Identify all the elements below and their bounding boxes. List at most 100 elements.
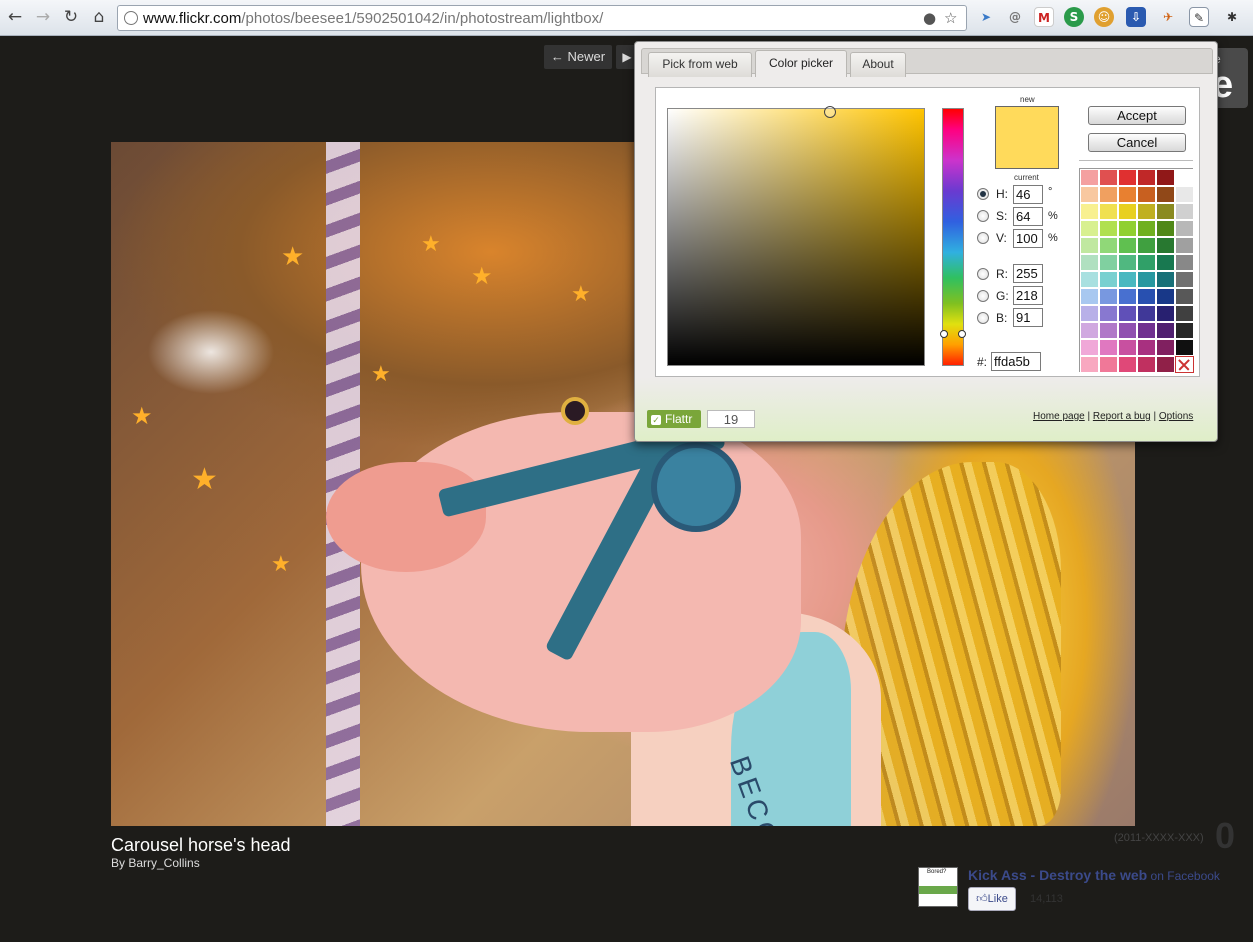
fb-app-link[interactable]: Kick Ass - Destroy the web on Facebook	[968, 867, 1220, 883]
wrench-icon[interactable]: ✱	[1222, 7, 1242, 27]
palette-swatch[interactable]	[1156, 237, 1175, 254]
palette-swatch[interactable]	[1156, 254, 1175, 271]
tab-pick-from-web[interactable]: Pick from web	[648, 52, 752, 77]
options-link[interactable]: Options	[1159, 411, 1193, 422]
fb-like-button[interactable]: 👍︎Like	[968, 887, 1016, 911]
palette-swatch[interactable]	[1175, 305, 1194, 322]
palette-swatch[interactable]	[1118, 305, 1137, 322]
accept-button[interactable]: Accept	[1088, 106, 1186, 125]
tab-color-picker[interactable]: Color picker	[755, 50, 847, 77]
newer-button[interactable]: ← Newer	[544, 45, 612, 69]
red-field[interactable]: 255	[1013, 264, 1043, 283]
palette-swatch[interactable]	[1099, 186, 1118, 203]
palette-swatch[interactable]	[1099, 254, 1118, 271]
palette-swatch[interactable]	[1080, 339, 1099, 356]
palette-swatch[interactable]	[1175, 220, 1194, 237]
gmail-icon[interactable]: M	[1034, 7, 1054, 27]
palette-swatch[interactable]	[1156, 220, 1175, 237]
cancel-button[interactable]: Cancel	[1088, 133, 1186, 152]
home-icon[interactable]: ⌂	[88, 6, 110, 28]
palette-swatch[interactable]	[1156, 271, 1175, 288]
palette-swatch[interactable]	[1080, 203, 1099, 220]
value-field[interactable]: 100	[1013, 229, 1043, 248]
palette-swatch[interactable]	[1137, 322, 1156, 339]
palette-swatch[interactable]	[1099, 271, 1118, 288]
palette-swatch[interactable]	[1156, 322, 1175, 339]
palette-swatch[interactable]	[1118, 254, 1137, 271]
palette-swatch[interactable]	[1156, 356, 1175, 373]
palette-swatch[interactable]	[1137, 356, 1156, 373]
palette-swatch[interactable]	[1118, 237, 1137, 254]
palette-swatch[interactable]	[1175, 203, 1194, 220]
forward-icon[interactable]: →	[32, 6, 54, 28]
palette-swatch[interactable]	[1175, 339, 1194, 356]
palette-swatch[interactable]	[1156, 203, 1175, 220]
palette-swatch[interactable]	[1080, 186, 1099, 203]
palette-swatch[interactable]	[1080, 220, 1099, 237]
palette-swatch[interactable]	[1137, 237, 1156, 254]
back-icon[interactable]: ←	[4, 6, 26, 28]
palette-swatch[interactable]	[1175, 254, 1194, 271]
saturation-field[interactable]: 64	[1013, 207, 1043, 226]
palette-swatch[interactable]	[1080, 237, 1099, 254]
palette-swatch[interactable]	[1099, 305, 1118, 322]
palette-swatch[interactable]	[1099, 237, 1118, 254]
fb-app-thumbnail[interactable]: Bored?	[918, 867, 958, 907]
palette-swatch[interactable]	[1118, 220, 1137, 237]
palette-swatch[interactable]	[1118, 339, 1137, 356]
blue-field[interactable]: 91	[1013, 308, 1043, 327]
palette-swatch[interactable]	[1099, 288, 1118, 305]
palette-swatch[interactable]	[1118, 356, 1137, 373]
palette-swatch[interactable]	[1099, 169, 1118, 186]
address-bar[interactable]: www.flickr.com/photos/beesee1/5902501042…	[117, 5, 967, 31]
palette-swatch[interactable]	[1175, 288, 1194, 305]
palette-swatch[interactable]	[1080, 288, 1099, 305]
palette-swatch[interactable]	[1080, 169, 1099, 186]
palette-swatch[interactable]	[1080, 254, 1099, 271]
palette-swatch[interactable]	[1156, 169, 1175, 186]
palette-swatch[interactable]	[1175, 322, 1194, 339]
blue-radio[interactable]	[977, 312, 989, 324]
hue-slider[interactable]	[940, 108, 966, 366]
palette-swatch[interactable]	[1118, 169, 1137, 186]
palette-swatch[interactable]	[1137, 305, 1156, 322]
palette-swatch[interactable]	[1156, 288, 1175, 305]
palette-swatch[interactable]	[1137, 169, 1156, 186]
palette-swatch[interactable]	[1099, 356, 1118, 373]
red-radio[interactable]	[977, 268, 989, 280]
flattr-button[interactable]: ✓ Flattr	[647, 410, 701, 428]
tab-about[interactable]: About	[850, 52, 906, 77]
hue-radio[interactable]	[977, 188, 989, 200]
palette-swatch[interactable]	[1080, 271, 1099, 288]
reload-icon[interactable]: ↻	[60, 6, 82, 28]
palette-swatch[interactable]	[1099, 339, 1118, 356]
report-bug-link[interactable]: Report a bug	[1093, 411, 1151, 422]
stumbleupon-icon[interactable]: S	[1064, 7, 1084, 27]
palette-swatch[interactable]	[1118, 322, 1137, 339]
green-field[interactable]: 218	[1013, 286, 1043, 305]
palette-swatch[interactable]	[1175, 237, 1194, 254]
palette-swatch[interactable]	[1137, 203, 1156, 220]
palette-swatch[interactable]	[1118, 203, 1137, 220]
palette-swatch[interactable]	[1080, 322, 1099, 339]
green-radio[interactable]	[977, 290, 989, 302]
palette-swatch[interactable]	[1099, 220, 1118, 237]
download-extension-icon[interactable]: ⇩	[1126, 7, 1146, 27]
photo-byline[interactable]: By Barry_Collins	[111, 856, 200, 870]
mail-extension-icon[interactable]: @	[1005, 7, 1025, 27]
palette-swatch[interactable]	[1175, 271, 1194, 288]
palette-swatch[interactable]	[1156, 305, 1175, 322]
eyedropper-extension-icon[interactable]: ✎	[1189, 7, 1209, 27]
palette-swatch[interactable]	[1137, 220, 1156, 237]
rocket-extension-icon[interactable]: ✈	[1158, 7, 1178, 27]
hex-field[interactable]: ffda5b	[991, 352, 1041, 371]
palette-swatch[interactable]	[1099, 203, 1118, 220]
no-color-swatch[interactable]	[1175, 356, 1194, 373]
palette-swatch[interactable]	[1175, 169, 1194, 186]
palette-swatch[interactable]	[1118, 186, 1137, 203]
palette-swatch[interactable]	[1137, 186, 1156, 203]
bird-extension-icon[interactable]: ➤	[976, 7, 996, 27]
sv-handle[interactable]	[824, 106, 836, 118]
current-color-swatch[interactable]	[995, 138, 1059, 169]
saturation-value-area[interactable]	[667, 106, 925, 366]
